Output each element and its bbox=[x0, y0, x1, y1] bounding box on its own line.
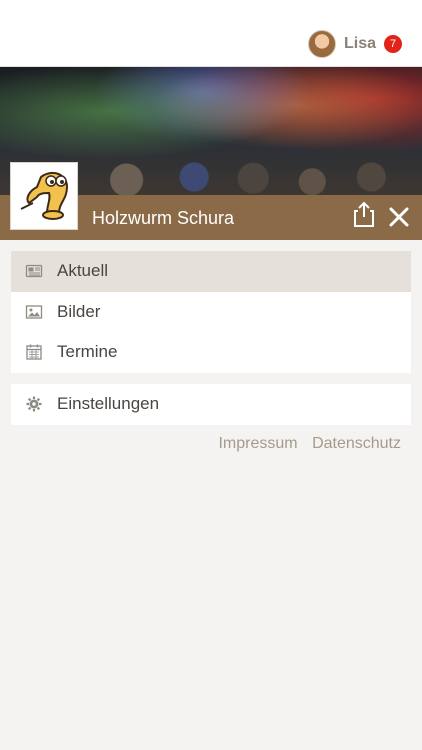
settings-menu: Einstellungen bbox=[11, 384, 411, 425]
club-logo bbox=[10, 162, 78, 230]
menu-label-bilder: Bilder bbox=[57, 301, 101, 321]
user-name[interactable]: Lisa bbox=[344, 35, 376, 53]
footer-links: Impressum Datenschutz bbox=[208, 435, 401, 453]
close-button[interactable] bbox=[386, 204, 412, 230]
main-menu: Aktuell Bilder Termine bbox=[11, 251, 411, 373]
top-bar: Lisa 7 bbox=[0, 0, 422, 67]
user-profile[interactable]: Lisa 7 bbox=[307, 30, 402, 58]
impressum-link[interactable]: Impressum bbox=[218, 435, 297, 452]
menu-item-termine[interactable]: Termine bbox=[11, 332, 411, 373]
notification-badge[interactable]: 7 bbox=[384, 35, 402, 53]
image-icon bbox=[25, 305, 43, 319]
share-icon bbox=[354, 201, 374, 227]
worm-mascot-icon bbox=[20, 171, 69, 220]
calendar-icon bbox=[26, 344, 42, 360]
menu-label-aktuell: Aktuell bbox=[57, 261, 109, 281]
datenschutz-link[interactable]: Datenschutz bbox=[312, 435, 401, 452]
menu-label-termine: Termine bbox=[57, 342, 118, 362]
club-name: Holzwurm Schura bbox=[92, 208, 235, 228]
menu-label-einstellungen: Einstellungen bbox=[57, 394, 160, 414]
menu-item-aktuell[interactable]: Aktuell bbox=[11, 251, 411, 292]
menu-item-bilder[interactable]: Bilder bbox=[11, 292, 411, 333]
gear-icon bbox=[26, 396, 42, 412]
menu-item-einstellungen[interactable]: Einstellungen bbox=[11, 384, 411, 425]
share-button[interactable] bbox=[350, 200, 378, 228]
close-icon bbox=[389, 207, 409, 227]
user-avatar[interactable] bbox=[307, 30, 336, 58]
newspaper-icon bbox=[25, 265, 43, 278]
